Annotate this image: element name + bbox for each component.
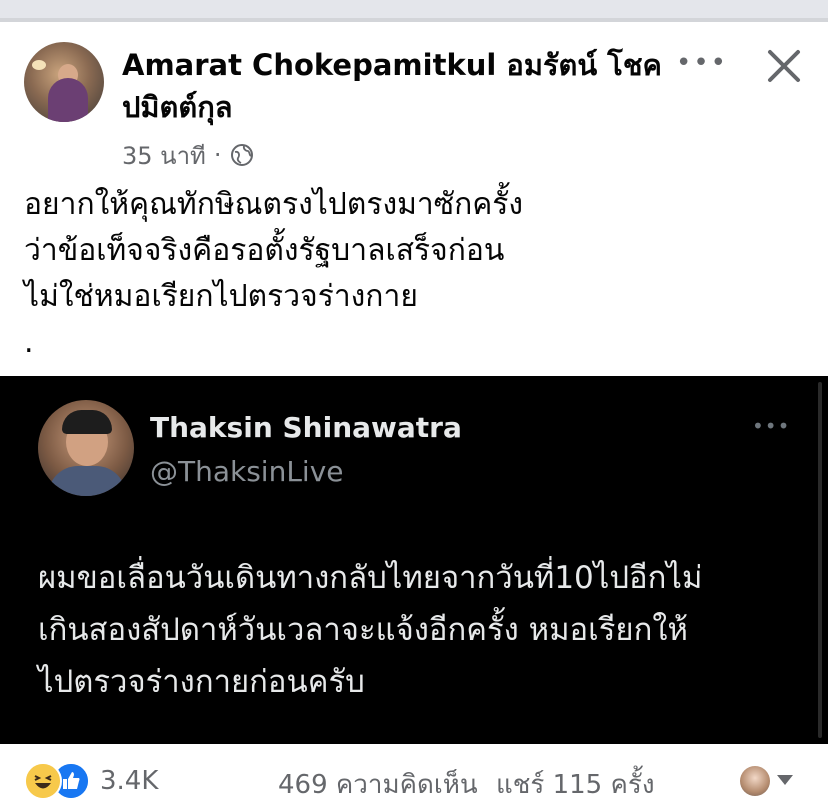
more-options-icon[interactable]: ••• (676, 48, 726, 82)
post-text-line: . (24, 325, 34, 360)
author-name[interactable]: Amarat Chokepamitkul อมรัตน์ โชค ปมิตต์ก… (122, 44, 682, 128)
post-text-line: ว่าข้อเท็จจริงคือรอตั้งรัฐบาลเสร็จก่อน (24, 233, 505, 268)
globe-icon (230, 144, 253, 166)
close-icon[interactable] (762, 44, 806, 88)
author-avatar[interactable] (24, 42, 104, 122)
tweet-text-line: ไปตรวจร่างกายก่อนครับ (38, 664, 365, 700)
comments-count[interactable]: 469 ความคิดเห็น (278, 770, 478, 800)
embedded-tweet-image[interactable]: Thaksin Shinawatra @ThaksinLive ••• ผมขอ… (0, 376, 828, 744)
engagement-stats: 469 ความคิดเห็น แชร์ 115 ครั้ง (278, 764, 665, 805)
post-text-line: ไม่ใช่หมอเรียกไปตรวจร่างกาย (24, 279, 418, 314)
embed-scrollbar (818, 382, 822, 738)
chevron-down-icon[interactable] (776, 774, 794, 786)
tweet-author-name: Thaksin Shinawatra (150, 411, 462, 444)
post-footer: 3.4K 469 ความคิดเห็น แชร์ 115 ครั้ง (0, 746, 828, 810)
tweet-author-avatar (38, 400, 134, 496)
tweet-more-icon: ••• (752, 414, 791, 438)
avatar-lamp (32, 60, 46, 70)
viewer-avatar[interactable] (740, 766, 770, 796)
avatar-hair (62, 410, 112, 434)
tweet-author-handle: @ThaksinLive (150, 455, 344, 488)
shares-count[interactable]: แชร์ 115 ครั้ง (496, 770, 655, 800)
post-text-line: อยากให้คุณทักษิณตรงไปตรงมาซักครั้ง (24, 187, 524, 222)
avatar-figure (48, 78, 88, 122)
feed-divider (0, 0, 828, 22)
meta-separator: · (213, 141, 222, 169)
reactions-summary[interactable]: 3.4K (24, 762, 158, 800)
tweet-text-line: ผมขอเลื่อนวันเดินทางกลับไทยจากวันที่10ไป… (38, 560, 703, 596)
post-timestamp[interactable]: 35 นาที (122, 136, 206, 175)
tweet-text: ผมขอเลื่อนวันเดินทางกลับไทยจากวันที่10ไป… (38, 552, 798, 708)
reaction-count: 3.4K (100, 766, 159, 796)
post-text: อยากให้คุณทักษิณตรงไปตรงมาซักครั้ง ว่าข้… (24, 182, 804, 366)
tweet-text-line: เกินสองสัปดาห์วันเวลาจะแจ้งอีกครั้ง หมอเ… (38, 612, 688, 648)
haha-reaction-icon (24, 762, 62, 800)
post-meta: 35 นาที · (122, 140, 254, 170)
avatar-shirt (48, 466, 126, 496)
